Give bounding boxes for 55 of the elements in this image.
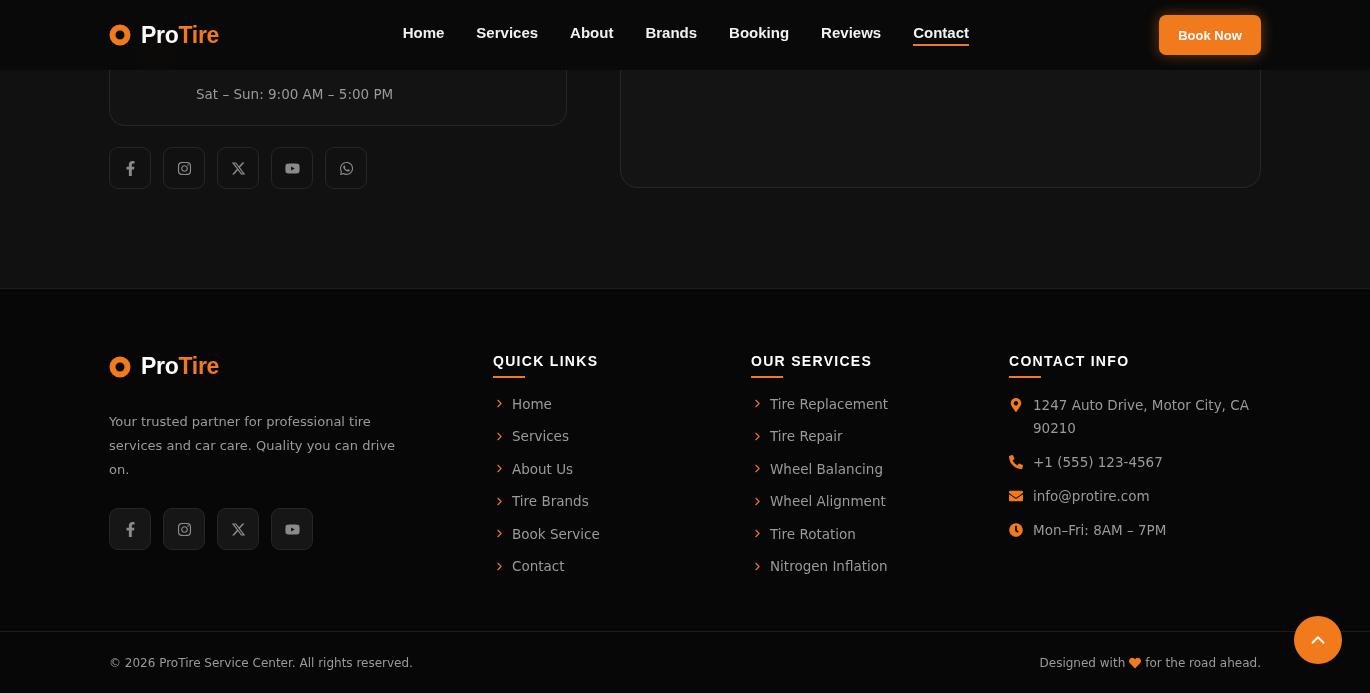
social-button[interactable] xyxy=(109,508,151,550)
hours-text: Sat – Sun: 9:00 AM – 5:00 PM xyxy=(196,86,394,102)
logo-ring-icon xyxy=(109,24,131,46)
logo-text: ProTire xyxy=(141,21,220,49)
heart-icon xyxy=(1129,656,1142,669)
whatsapp-icon xyxy=(338,160,354,176)
social-button[interactable] xyxy=(271,147,313,189)
contact-text: Mon–Fri: 8AM – 7PM xyxy=(1033,521,1168,540)
credit-text: for the road ahead. xyxy=(1145,655,1261,670)
nav-link[interactable]: About xyxy=(570,24,614,46)
footer-link[interactable]: Tire Repair xyxy=(751,426,1009,446)
clock-icon xyxy=(1009,523,1023,537)
scroll-to-top-button[interactable] xyxy=(1294,616,1342,664)
location-pin-icon xyxy=(1009,398,1023,412)
footer-link[interactable]: Tire Rotation xyxy=(751,524,1009,544)
footer-link[interactable]: Services xyxy=(493,426,751,446)
x-icon xyxy=(230,160,246,176)
logo-text: ProTire xyxy=(141,353,220,380)
social-button[interactable] xyxy=(217,508,259,550)
credit-text: Designed with xyxy=(1039,655,1126,670)
nav-link[interactable]: Booking xyxy=(729,24,790,46)
column-heading: QUICK LINKS xyxy=(493,353,599,369)
social-button[interactable] xyxy=(163,508,205,550)
column-heading: CONTACT INFO xyxy=(1009,353,1130,369)
footer-link[interactable]: Home xyxy=(493,394,751,414)
footer-link[interactable]: Contact xyxy=(493,556,751,576)
social-button[interactable] xyxy=(163,147,205,189)
footer-link[interactable]: Wheel Balancing xyxy=(751,459,1009,479)
footer-link[interactable]: Tire Replacement xyxy=(751,394,1009,414)
contact-text: +1 (555) 123-4567 xyxy=(1033,453,1164,472)
nav-link[interactable]: Brands xyxy=(645,24,698,46)
footer-link[interactable]: About Us xyxy=(493,459,751,479)
nav-link[interactable]: Reviews xyxy=(821,24,882,46)
contact-text: info@protire.com xyxy=(1033,487,1151,506)
copyright-text: © 2026 ProTire Service Center. All rights reserved. xyxy=(109,655,413,670)
footer-link[interactable]: Nitrogen Inflation xyxy=(751,556,1009,576)
social-button[interactable] xyxy=(109,147,151,189)
instagram-icon xyxy=(176,160,192,176)
logo-ring-icon xyxy=(109,355,131,378)
footer-description: Your trusted partner for professional tire services and car care. Quality you can drive on. xyxy=(109,413,397,479)
footer-link[interactable]: Book Service xyxy=(493,524,751,544)
column-heading: OUR SERVICES xyxy=(751,353,873,369)
footer-link[interactable]: Wheel Alignment xyxy=(751,491,1009,511)
footer-link[interactable]: Tire Brands xyxy=(493,491,751,511)
nav-link[interactable]: Home xyxy=(402,24,445,46)
nav-link[interactable]: Contact xyxy=(913,24,969,46)
social-button[interactable] xyxy=(325,147,367,189)
envelope-icon xyxy=(1009,489,1023,503)
phone-icon xyxy=(1009,455,1023,469)
contact-text: 1247 Auto Drive, Motor City, CA 90210 xyxy=(1033,396,1250,438)
instagram-icon xyxy=(176,521,192,537)
x-icon xyxy=(230,521,246,537)
social-button[interactable] xyxy=(217,147,259,189)
social-button[interactable] xyxy=(271,508,313,550)
nav-link[interactable]: Services xyxy=(476,24,539,46)
